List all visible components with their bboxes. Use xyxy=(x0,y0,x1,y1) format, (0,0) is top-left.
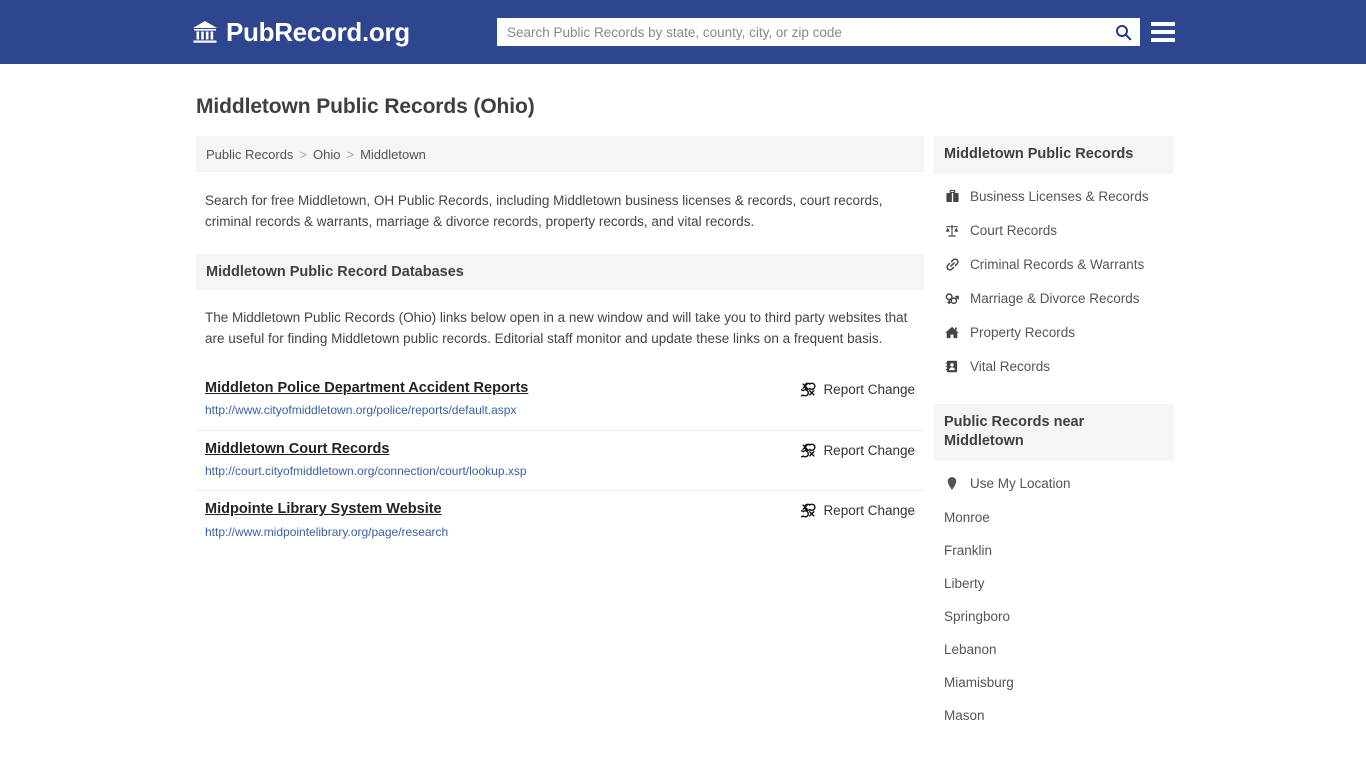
report-change-button[interactable]: Report Change xyxy=(801,380,915,397)
chain-link-icon xyxy=(944,257,960,273)
sidebar-item-property-records[interactable]: Property Records xyxy=(934,316,1174,350)
sidebar: Middletown Public Records Business Licen… xyxy=(934,136,1174,732)
sidebar-item-springboro[interactable]: Springboro xyxy=(934,600,1174,633)
nearby-city-label: Lebanon xyxy=(944,641,997,657)
record-url-link[interactable]: http://court.cityofmiddletown.org/connec… xyxy=(205,464,527,478)
panel-heading-nearby: Public Records near Middletown xyxy=(934,403,1174,461)
sidebar-item-label: Business Licenses & Records xyxy=(970,189,1149,205)
report-change-label: Report Change xyxy=(823,442,915,458)
search-bar[interactable] xyxy=(497,18,1140,46)
bank-building-icon xyxy=(193,21,217,43)
panel-public-records: Middletown Public Records Business Licen… xyxy=(934,136,1174,384)
sidebar-item-court-records[interactable]: Court Records xyxy=(934,214,1174,248)
breadcrumb-item-ohio[interactable]: Ohio xyxy=(313,147,340,162)
report-change-button[interactable]: Report Change xyxy=(801,501,915,518)
unlink-icon xyxy=(801,504,816,518)
sidebar-item-criminal-records[interactable]: Criminal Records & Warrants xyxy=(934,248,1174,282)
unlink-icon xyxy=(801,382,816,397)
hamburger-menu-button[interactable] xyxy=(1151,18,1175,46)
unlink-icon xyxy=(801,443,816,458)
site-header: PubRecord.org xyxy=(0,0,1366,64)
search-icon xyxy=(1115,24,1131,40)
panel-heading-public-records: Middletown Public Records xyxy=(934,136,1174,174)
nearby-city-label: Miamisburg xyxy=(944,674,1014,690)
site-logo[interactable]: PubRecord.org xyxy=(192,19,410,45)
nearby-cities-list: Use My Location Monroe Franklin Liberty … xyxy=(934,461,1174,732)
record-link-row: Middleton Police Department Accident Rep… xyxy=(196,370,924,430)
breadcrumb-item-middletown: Middletown xyxy=(360,146,426,162)
report-change-label: Report Change xyxy=(823,503,915,519)
sidebar-item-label: Criminal Records & Warrants xyxy=(970,257,1145,273)
use-my-location-label: Use My Location xyxy=(970,476,1071,492)
breadcrumb-separator: > xyxy=(299,146,308,162)
page-container: Middletown Public Records (Ohio) Public … xyxy=(0,94,1366,732)
map-pin-icon xyxy=(944,476,960,492)
sidebar-item-miamisburg[interactable]: Miamisburg xyxy=(934,666,1174,699)
lead-description: Search for free Middletown, OH Public Re… xyxy=(205,193,883,230)
sidebar-item-liberty[interactable]: Liberty xyxy=(934,567,1174,600)
nearby-city-label: Liberty xyxy=(944,575,985,591)
page-title: Middletown Public Records (Ohio) xyxy=(196,95,535,118)
report-change-label: Report Change xyxy=(823,381,915,397)
gender-symbols-icon xyxy=(944,291,960,307)
main-content: Public Records > Ohio > Middletown Searc… xyxy=(196,136,924,551)
sidebar-item-label: Property Records xyxy=(970,325,1076,341)
nearby-city-label: Monroe xyxy=(944,509,990,525)
sidebar-item-mason[interactable]: Mason xyxy=(934,699,1174,732)
sidebar-item-label: Marriage & Divorce Records xyxy=(970,291,1140,307)
record-url-link[interactable]: http://www.cityofmiddletown.org/police/r… xyxy=(205,403,528,417)
panel-spacer xyxy=(934,384,1174,404)
sidebar-item-lebanon[interactable]: Lebanon xyxy=(934,633,1174,666)
record-title-link[interactable]: Midpointe Library System Website xyxy=(205,501,448,518)
report-change-button[interactable]: Report Change xyxy=(801,441,915,458)
record-title-link[interactable]: Middleton Police Department Accident Rep… xyxy=(205,380,528,397)
public-records-category-list: Business Licenses & Records Court Record… xyxy=(934,174,1174,384)
record-links-list: Middleton Police Department Accident Rep… xyxy=(196,370,924,551)
record-link-info: Middletown Court Records http://court.ci… xyxy=(205,441,527,479)
record-url-link[interactable]: http://www.midpointelibrary.org/page/res… xyxy=(205,525,448,539)
id-card-icon xyxy=(944,359,960,375)
sidebar-item-vital-records[interactable]: Vital Records xyxy=(934,350,1174,384)
breadcrumb-item-public-records[interactable]: Public Records xyxy=(206,147,293,162)
home-icon xyxy=(944,325,960,341)
section-heading-databases: Middletown Public Record Databases xyxy=(196,254,924,291)
hamburger-menu-icon-bar xyxy=(1151,22,1175,26)
use-my-location-button[interactable]: Use My Location xyxy=(934,467,1174,501)
record-link-info: Middleton Police Department Accident Rep… xyxy=(205,380,528,418)
section-description: The Middletown Public Records (Ohio) lin… xyxy=(205,310,908,346)
nearby-city-label: Springboro xyxy=(944,608,1011,624)
record-link-info: Midpointe Library System Website http://… xyxy=(205,501,448,539)
sidebar-item-label: Court Records xyxy=(970,223,1058,239)
site-logo-text: PubRecord.org xyxy=(226,17,410,47)
content-columns: Public Records > Ohio > Middletown Searc… xyxy=(196,136,1174,732)
sidebar-item-marriage-divorce[interactable]: Marriage & Divorce Records xyxy=(934,282,1174,316)
nearby-city-label: Mason xyxy=(944,707,985,723)
hamburger-menu-icon-bar xyxy=(1151,38,1175,42)
briefcase-icon xyxy=(944,189,960,205)
search-button[interactable] xyxy=(1110,19,1136,45)
sidebar-item-franklin[interactable]: Franklin xyxy=(934,534,1174,567)
panel-nearby-records: Public Records near Middletown Use My Lo… xyxy=(934,403,1174,732)
scales-of-justice-icon xyxy=(944,223,960,239)
record-link-row: Middletown Court Records http://court.ci… xyxy=(196,429,924,491)
sidebar-item-monroe[interactable]: Monroe xyxy=(934,501,1174,534)
sidebar-item-business-licenses[interactable]: Business Licenses & Records xyxy=(934,180,1174,214)
nearby-city-label: Franklin xyxy=(944,542,993,558)
sidebar-item-label: Vital Records xyxy=(970,359,1051,375)
breadcrumb: Public Records > Ohio > Middletown xyxy=(196,136,924,173)
search-input[interactable] xyxy=(507,20,1110,44)
record-title-link[interactable]: Middletown Court Records xyxy=(205,441,527,458)
hamburger-menu-icon-bar xyxy=(1151,30,1175,34)
record-link-row: Midpointe Library System Website http://… xyxy=(196,490,924,551)
breadcrumb-separator: > xyxy=(346,146,355,162)
